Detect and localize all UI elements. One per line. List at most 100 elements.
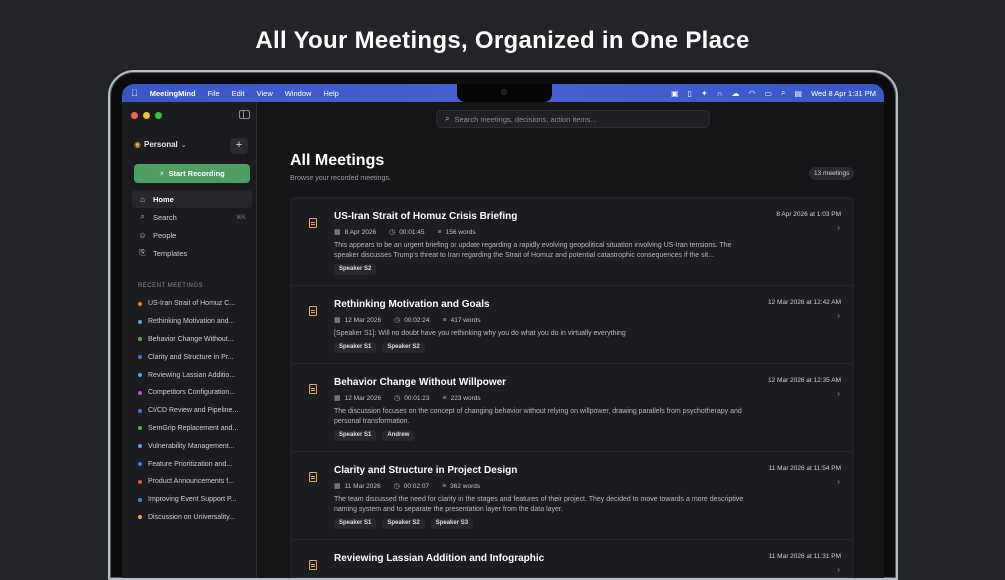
meeting-count-badge: 13 meetings: [809, 167, 855, 180]
camera-icon: [501, 89, 507, 95]
sidebar-item-label: Templates: [153, 248, 188, 258]
chevron-right-icon[interactable]: ›: [837, 477, 840, 486]
chevron-right-icon[interactable]: ›: [837, 311, 840, 320]
speaker-tag[interactable]: Speaker S3: [430, 518, 474, 529]
recent-meeting-item[interactable]: Product Announcements f...: [138, 473, 250, 491]
meeting-color-dot: [138, 355, 142, 360]
chevron-right-icon[interactable]: ›: [837, 223, 840, 232]
meeting-summary: This appears to be an urgent briefing or…: [334, 242, 732, 259]
recent-meeting-item[interactable]: Reviewing Lassian Additio...: [138, 366, 250, 384]
meeting-duration: 00:02:07: [403, 482, 430, 490]
menu-clock[interactable]: Wed 8 Apr 1:31 PM: [811, 89, 876, 98]
menu-view[interactable]: View: [257, 89, 273, 98]
search-input[interactable]: Search meetings, decisions, action items…: [454, 115, 596, 124]
minimize-window-button[interactable]: [143, 112, 150, 119]
meeting-word-count: 223 words: [450, 394, 481, 402]
meeting-card[interactable]: Clarity and Structure in Project Design 1…: [291, 452, 853, 540]
new-meeting-button[interactable]: +: [230, 138, 248, 154]
chevron-right-icon[interactable]: ›: [837, 565, 840, 574]
meeting-color-dot: [138, 462, 142, 467]
chat-status-icon[interactable]: ▣: [671, 89, 679, 98]
control-center-icon[interactable]: ▤: [795, 89, 803, 98]
sidebar-item-people[interactable]: ☺ People: [132, 226, 252, 244]
wifi-icon[interactable]: ◠: [749, 89, 756, 98]
clipboard-status-icon[interactable]: ▯: [688, 89, 692, 98]
sidebar-item-label: Search: [153, 212, 177, 222]
sidebar-item-templates[interactable]: ⎘ Templates: [132, 244, 252, 262]
speaker-tag[interactable]: Speaker S1: [334, 518, 377, 529]
recent-meeting-item[interactable]: Behavior Change Without...: [138, 331, 250, 349]
speaker-tag[interactable]: Speaker S2: [382, 518, 425, 529]
recent-meeting-item[interactable]: Clarity and Structure in Pr...: [138, 348, 250, 366]
meeting-card[interactable]: Reviewing Lassian Addition and Infograph…: [291, 540, 853, 577]
meeting-color-dot: [138, 337, 142, 342]
recent-meeting-label: CI/CD Review and Pipeline...: [148, 407, 239, 415]
menu-edit[interactable]: Edit: [232, 89, 245, 98]
meeting-color-dot: [138, 426, 142, 431]
recent-meeting-item[interactable]: SemGrip Replacement and...: [138, 420, 250, 438]
recent-meeting-label: Reviewing Lassian Additio...: [148, 371, 236, 379]
menu-file[interactable]: File: [208, 89, 220, 98]
sidebar-item-home[interactable]: ⌂ Home: [132, 190, 252, 208]
workspace-selector[interactable]: ◉ Personal ⌄: [134, 140, 187, 149]
meeting-color-dot: [138, 515, 142, 520]
start-recording-button[interactable]: ⚡︎ Start Recording: [134, 164, 250, 183]
meeting-date: 12 Mar 2026: [344, 394, 382, 402]
meeting-date: 11 Mar 2026: [344, 482, 381, 490]
recent-meetings-list: US-Iran Strait of Homuz C... Rethinking M…: [138, 295, 250, 526]
speaker-tag[interactable]: Speaker S1: [334, 342, 377, 353]
recent-meeting-item[interactable]: Vulnerability Management...: [138, 437, 250, 455]
sparkle-status-icon[interactable]: ✦: [701, 89, 708, 98]
battery-icon[interactable]: ▭: [764, 89, 772, 98]
meeting-card[interactable]: Rethinking Motivation and Goals 12 Mar 20…: [291, 286, 853, 364]
recent-meeting-item[interactable]: Competitors Configuration...: [138, 384, 250, 402]
clock-icon: ◷: [389, 229, 396, 236]
chevron-right-icon[interactable]: ›: [837, 389, 840, 398]
recent-meeting-item[interactable]: Discussion on Universality...: [138, 509, 250, 527]
menu-window[interactable]: Window: [285, 89, 312, 98]
recent-meeting-item[interactable]: CI/CD Review and Pipeline...: [138, 402, 250, 420]
spotlight-search-icon[interactable]: ⌕: [781, 88, 785, 98]
recent-meeting-item[interactable]: Improving Event Support P...: [138, 491, 250, 509]
meeting-meta: ▦ 12 Mar 2026 ◷ 00:01:23 ≡ 223 words: [334, 394, 481, 403]
headphones-status-icon[interactable]: ∩: [717, 89, 723, 98]
clock-icon: ◷: [394, 317, 401, 324]
recent-meeting-label: Behavior Change Without...: [148, 335, 234, 343]
recent-meeting-item[interactable]: Rethinking Motivation and...: [138, 313, 250, 331]
speaker-tags: Speaker S1 Speaker S2 Speaker S3: [334, 518, 474, 529]
speaker-tag[interactable]: Andrew: [382, 430, 415, 441]
recent-meeting-item[interactable]: US-Iran Strait of Homuz C...: [138, 295, 250, 313]
sidebar-toggle-icon[interactable]: [239, 110, 250, 119]
speaker-tag[interactable]: Speaker S2: [334, 264, 377, 275]
meeting-card[interactable]: Behavior Change Without Willpower 12 Mar …: [291, 364, 853, 452]
cloud-status-icon[interactable]: ☁: [732, 89, 740, 98]
recent-meeting-label: Competitors Configuration...: [148, 389, 236, 397]
recent-meeting-label: Vulnerability Management...: [148, 442, 235, 450]
apple-icon[interactable]: : [131, 88, 138, 98]
speaker-tag[interactable]: Speaker S1: [334, 430, 377, 441]
recent-meeting-label: Clarity and Structure in Pr...: [148, 353, 234, 361]
meeting-timestamp: 11 Mar 2026 at 11:54 PM: [768, 465, 841, 472]
document-icon: [309, 384, 317, 394]
sidebar-item-search[interactable]: ⌕ Search ⌘K: [132, 208, 252, 226]
calendar-icon: ▦: [334, 229, 341, 236]
search-bar[interactable]: ⌕ Search meetings, decisions, action ite…: [436, 110, 710, 128]
meeting-title: Clarity and Structure in Project Design: [334, 465, 518, 476]
app-screen:  MeetingMind File Edit View Window Help…: [122, 84, 884, 578]
meeting-color-dot: [138, 444, 142, 449]
meeting-card[interactable]: US-Iran Strait of Homuz Crisis Briefing 8…: [291, 198, 853, 286]
promo-headline: All Your Meetings, Organized in One Plac…: [255, 27, 750, 54]
menu-help[interactable]: Help: [323, 89, 338, 98]
menu-app-name[interactable]: MeetingMind: [150, 89, 196, 98]
sidebar: ◉ Personal ⌄ + ⚡︎ Start Recording ⌂ Home…: [122, 102, 257, 578]
window-controls: [131, 112, 162, 119]
zoom-window-button[interactable]: [155, 112, 162, 119]
speaker-tag[interactable]: Speaker S2: [382, 342, 425, 353]
sidebar-item-label: People: [153, 230, 177, 240]
meetings-list: US-Iran Strait of Homuz Crisis Briefing 8…: [290, 197, 854, 578]
recent-meeting-item[interactable]: Feature Prioritization and...: [138, 455, 250, 473]
recent-meeting-label: Improving Event Support P...: [148, 496, 237, 504]
close-window-button[interactable]: [131, 112, 138, 119]
word-count-icon: ≡: [437, 228, 442, 236]
meeting-timestamp: 12 Mar 2026 at 12:42 AM: [768, 299, 841, 306]
